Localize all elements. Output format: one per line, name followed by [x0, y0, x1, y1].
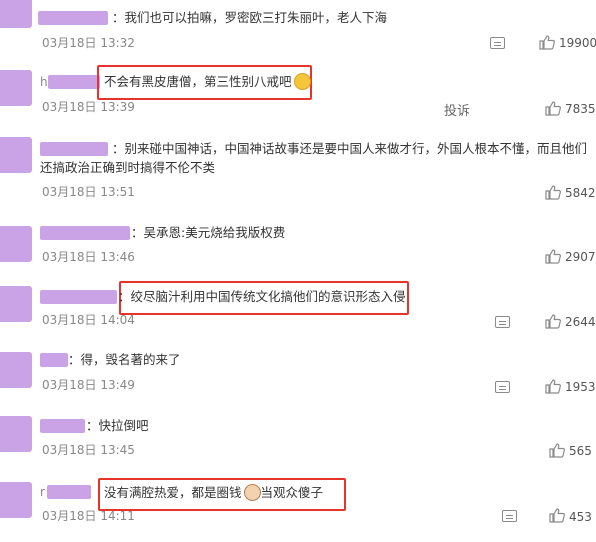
avatar[interactable] [0, 482, 32, 518]
comment-time: 03月18日 13:32 [42, 36, 135, 50]
like-count: 19900 [559, 36, 596, 50]
like-count: 2644 [565, 315, 596, 329]
comment-text: ：得，毁名著的来了 [68, 352, 181, 367]
avatar[interactable] [0, 286, 32, 322]
username-redacted[interactable] [40, 290, 117, 304]
comment-text: ：我们也可以拍嘛，罗密欧三打朱丽叶，老人下海 [112, 10, 388, 25]
comment-time: 03月18日 14:04 [42, 313, 135, 327]
thumbs-up-icon[interactable] [545, 379, 561, 394]
reply-icon[interactable] [502, 510, 517, 522]
report-button[interactable]: 投诉 [444, 100, 470, 119]
thumbs-up-icon[interactable] [545, 185, 561, 200]
thumbs-up-icon[interactable] [549, 508, 565, 523]
like-count: 5842 [565, 186, 596, 200]
avatar[interactable] [0, 0, 32, 28]
username-redacted[interactable] [40, 353, 68, 367]
username-redacted[interactable] [38, 11, 108, 25]
username-redacted[interactable] [48, 75, 100, 89]
like-count: 453 [569, 510, 592, 524]
thumbs-up-icon[interactable] [545, 314, 561, 329]
laughing-emoji-icon [293, 73, 311, 90]
reply-icon[interactable] [495, 316, 510, 328]
comment-text: ：快拉倒吧 [86, 418, 149, 433]
avatar[interactable] [0, 352, 32, 388]
comment-text: 没有满腔热爱，都是圈钱 当观众傻子 [104, 484, 324, 501]
avatar[interactable] [0, 137, 32, 173]
comment-text: ：吴承恩:美元烧给我版权费 [131, 225, 286, 240]
username-redacted[interactable] [40, 226, 130, 240]
comment-text: ：绞尽脑汁利用中国传统文化搞他们的意识形态入侵 [118, 289, 406, 304]
comment-time: 03月18日 14:11 [42, 509, 135, 523]
username-redacted[interactable] [40, 419, 85, 433]
avatar[interactable] [0, 416, 32, 452]
comment-time: 03月18日 13:39 [42, 100, 135, 114]
avatar[interactable] [0, 70, 32, 106]
comment-time: 03月18日 13:49 [42, 378, 135, 392]
username-prefix: h [40, 75, 48, 89]
comment-time: 03月18日 13:51 [42, 185, 135, 199]
avatar[interactable] [0, 226, 32, 262]
comment-text: ：别来碰中国神话，中国神话故事还是要中国人来做才行，外国人根本不懂，而且他们还搞… [40, 141, 588, 175]
comment-text: 不会有黑皮唐僧，第三性别八戒吧 [104, 73, 311, 91]
like-count: 1953 [565, 380, 596, 394]
thumbs-up-icon[interactable] [549, 443, 565, 458]
thumbs-up-icon[interactable] [545, 101, 561, 116]
username-redacted[interactable] [47, 485, 91, 499]
like-count: 565 [569, 444, 592, 458]
thumbs-up-icon[interactable] [545, 249, 561, 264]
like-count: 7835 [565, 102, 596, 116]
reply-icon[interactable] [490, 37, 505, 49]
thumbs-up-icon[interactable] [539, 35, 555, 50]
comment-time: 03月18日 13:46 [42, 250, 135, 264]
reply-icon[interactable] [495, 381, 510, 393]
username-prefix: r [40, 485, 45, 499]
face-emoji-icon [243, 484, 261, 501]
comment-time: 03月18日 13:45 [42, 443, 135, 457]
like-count: 2907 [565, 250, 596, 264]
